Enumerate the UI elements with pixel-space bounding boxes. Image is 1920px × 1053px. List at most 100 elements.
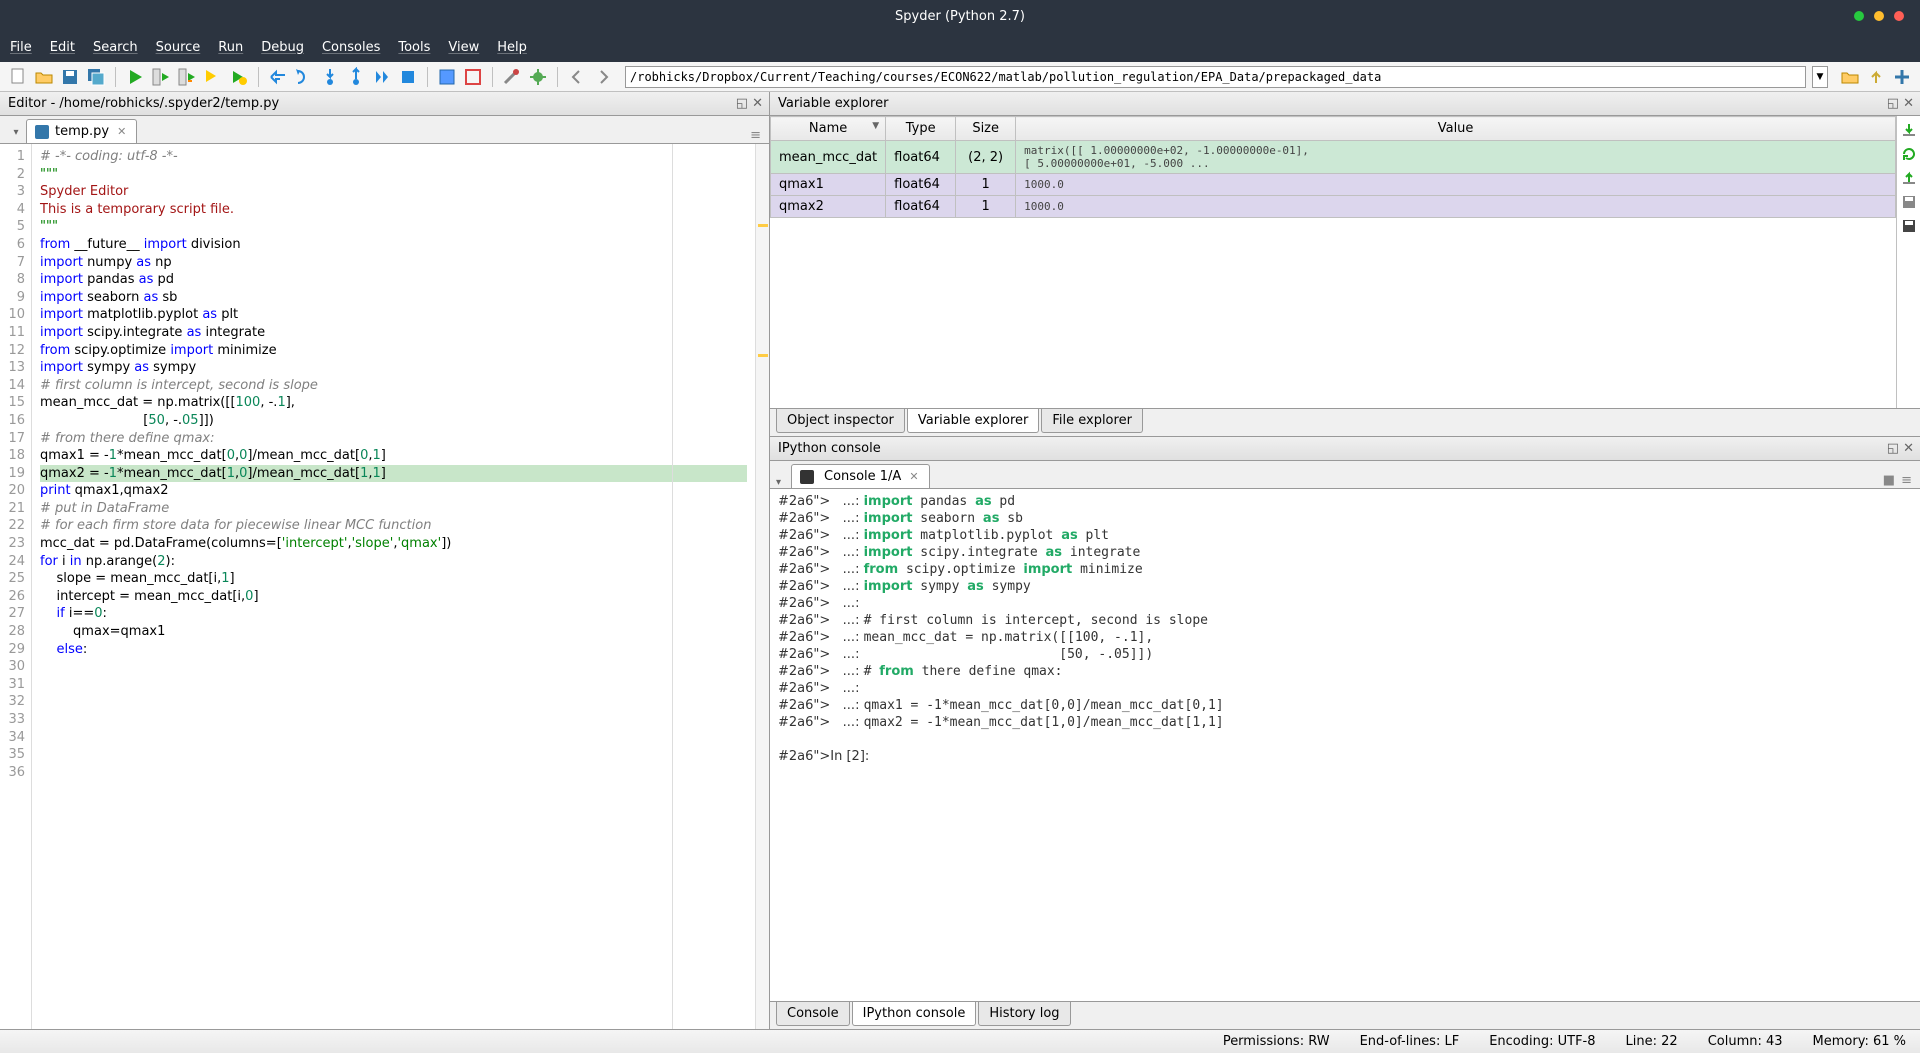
open-file-icon[interactable] <box>34 67 54 87</box>
status-encoding: Encoding: UTF-8 <box>1489 1034 1595 1049</box>
menu-edit[interactable]: Edit <box>50 40 75 55</box>
ipython-title: IPython console <box>778 441 881 456</box>
export-data-icon[interactable] <box>1901 170 1917 186</box>
menu-consoles[interactable]: Consoles <box>322 40 380 55</box>
path-dropdown-icon[interactable]: ▼ <box>1812 66 1828 88</box>
variable-explorer-pane: Variable explorer ◱ ✕ Name▼ Type Size Val… <box>770 92 1920 437</box>
status-permissions: Permissions: RW <box>1223 1034 1330 1049</box>
ipython-header: IPython console ◱ ✕ <box>770 437 1920 461</box>
tab-object-inspector[interactable]: Object inspector <box>776 409 905 433</box>
working-directory-input[interactable] <box>625 66 1806 88</box>
browse-folder-icon[interactable] <box>1840 67 1860 87</box>
back-icon[interactable] <box>567 67 587 87</box>
console-tab-label: Console 1/A <box>824 469 901 484</box>
minimize-button[interactable] <box>1854 11 1864 21</box>
tab-history-log[interactable]: History log <box>978 1002 1070 1026</box>
menu-search[interactable]: Search <box>93 40 138 55</box>
continue-icon[interactable] <box>372 67 392 87</box>
menu-file[interactable]: File <box>10 40 32 55</box>
save-all-icon[interactable] <box>86 67 106 87</box>
table-row[interactable]: qmax1float6411000.0 <box>771 174 1896 196</box>
menu-help[interactable]: Help <box>497 40 527 55</box>
console-output[interactable]: #2a6"> ...: import pandas as pd #2a6"> .… <box>770 489 1920 1001</box>
col-name[interactable]: Name <box>809 121 847 136</box>
editor-options-icon[interactable]: ≡ <box>750 128 761 143</box>
col-size[interactable]: Size <box>956 117 1016 141</box>
window-controls <box>1854 11 1904 21</box>
pane-undock-icon[interactable]: ◱ <box>1887 96 1899 111</box>
close-icon[interactable]: ✕ <box>115 125 128 138</box>
tab-list-icon[interactable]: ▾ <box>776 477 781 488</box>
menu-source[interactable]: Source <box>156 40 201 55</box>
status-column: Column: 43 <box>1708 1034 1783 1049</box>
save-icon[interactable] <box>60 67 80 87</box>
ipython-pane: IPython console ◱ ✕ ▾ Console 1/A ✕ ■ ≡ #2… <box>770 437 1920 1029</box>
varex-title: Variable explorer <box>778 96 888 111</box>
console-tabbar: ▾ Console 1/A ✕ ■ ≡ <box>770 461 1920 489</box>
status-memory: Memory: 61 % <box>1813 1034 1906 1049</box>
import-data-icon[interactable] <box>1901 122 1917 138</box>
pythonpath-icon[interactable] <box>528 67 548 87</box>
step-icon[interactable] <box>294 67 314 87</box>
statusbar: Permissions: RW End-of-lines: LF Encodin… <box>0 1029 1920 1053</box>
pane-close-icon[interactable]: ✕ <box>1903 96 1914 111</box>
forward-icon[interactable] <box>593 67 613 87</box>
save-data-as-icon[interactable] <box>1901 218 1917 234</box>
tab-ipython-console[interactable]: IPython console <box>852 1002 977 1026</box>
table-row[interactable]: mean_mcc_datfloat64(2, 2)matrix([[ 1.000… <box>771 141 1896 174</box>
close-icon[interactable]: ✕ <box>907 470 920 483</box>
variable-table[interactable]: Name▼ Type Size Value mean_mcc_datfloat6… <box>770 116 1896 408</box>
maximize-button[interactable] <box>1874 11 1884 21</box>
python-file-icon <box>35 125 49 139</box>
fullscreen-icon[interactable] <box>463 67 483 87</box>
new-file-icon[interactable] <box>8 67 28 87</box>
col-type[interactable]: Type <box>886 117 956 141</box>
status-eol: End-of-lines: LF <box>1360 1034 1460 1049</box>
run-cell-advance-icon[interactable] <box>177 67 197 87</box>
console-icon <box>800 470 814 484</box>
editor-tabbar: ▾ temp.py ✕ ≡ <box>0 116 769 144</box>
tab-file-explorer[interactable]: File explorer <box>1041 409 1143 433</box>
col-value[interactable]: Value <box>1016 117 1896 141</box>
window-title: Spyder (Python 2.7) <box>895 9 1025 24</box>
step-out-icon[interactable] <box>346 67 366 87</box>
debug-icon[interactable] <box>268 67 288 87</box>
run-cell-icon[interactable] <box>151 67 171 87</box>
run-config-icon[interactable] <box>229 67 249 87</box>
pane-undock-icon[interactable]: ◱ <box>1887 441 1899 456</box>
menu-debug[interactable]: Debug <box>261 40 304 55</box>
parent-dir-icon[interactable] <box>1866 67 1886 87</box>
tab-list-icon[interactable]: ▾ <box>6 121 26 143</box>
pane-close-icon[interactable]: ✕ <box>1903 441 1914 456</box>
preferences-icon[interactable] <box>502 67 522 87</box>
tab-label: temp.py <box>55 124 109 139</box>
add-path-icon[interactable] <box>1892 67 1912 87</box>
pane-close-icon[interactable]: ✕ <box>752 96 763 111</box>
menubar: File Edit Search Source Run Debug Consol… <box>0 32 1920 62</box>
tab-console[interactable]: Console <box>776 1002 850 1026</box>
close-button[interactable] <box>1894 11 1904 21</box>
table-row[interactable]: qmax2float6411000.0 <box>771 196 1896 218</box>
status-line: Line: 22 <box>1626 1034 1678 1049</box>
tab-temp-py[interactable]: temp.py ✕ <box>26 119 137 143</box>
maximize-pane-icon[interactable] <box>437 67 457 87</box>
toolbar: ▼ <box>0 62 1920 92</box>
stop-debug-icon[interactable] <box>398 67 418 87</box>
save-data-icon[interactable] <box>1901 194 1917 210</box>
code-editor[interactable]: 1234567891011121314151617181920212223242… <box>0 144 769 1029</box>
step-into-icon[interactable] <box>320 67 340 87</box>
run-icon[interactable] <box>125 67 145 87</box>
pane-undock-icon[interactable]: ◱ <box>736 96 748 111</box>
right-pane: Variable explorer ◱ ✕ Name▼ Type Size Val… <box>770 92 1920 1029</box>
run-selection-icon[interactable] <box>203 67 223 87</box>
editor-pane: Editor - /home/robhicks/.spyder2/temp.py… <box>0 92 770 1029</box>
right-top-tabs: Object inspector Variable explorer File … <box>770 408 1920 436</box>
menu-view[interactable]: View <box>448 40 479 55</box>
refresh-icon[interactable] <box>1901 146 1917 162</box>
tab-variable-explorer[interactable]: Variable explorer <box>907 409 1039 433</box>
menu-tools[interactable]: Tools <box>398 40 430 55</box>
console-options-icon[interactable]: ≡ <box>1901 473 1912 488</box>
interrupt-icon[interactable]: ■ <box>1883 473 1895 488</box>
tab-console-1a[interactable]: Console 1/A ✕ <box>791 464 930 488</box>
menu-run[interactable]: Run <box>218 40 243 55</box>
